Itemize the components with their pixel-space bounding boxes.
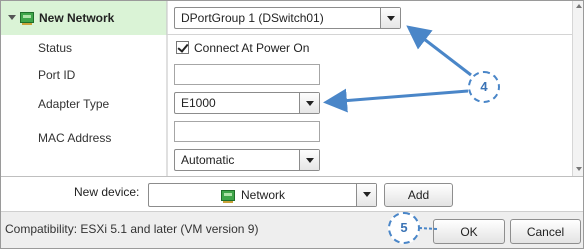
ok-button-label: OK	[460, 224, 478, 239]
vertical-scrollbar[interactable]	[572, 1, 583, 176]
new-network-label-cell: New Network	[1, 1, 167, 35]
new-device-select[interactable]: Network	[148, 183, 377, 207]
adapter-type-label-cell: Adapter Type	[1, 89, 167, 118]
add-device-button-label: Add	[407, 188, 430, 202]
mac-address-input[interactable]	[174, 121, 320, 142]
adapter-type-select[interactable]: E1000	[174, 92, 320, 114]
adapter-type-value: E1000	[181, 96, 216, 110]
add-device-button[interactable]: Add	[384, 183, 453, 207]
mac-address-label-cell: MAC Address	[1, 118, 167, 176]
scroll-down-icon[interactable]	[576, 167, 582, 171]
network-adapter-icon	[221, 190, 235, 203]
network-select[interactable]: DPortGroup 1 (DSwitch01)	[174, 7, 401, 29]
chevron-down-icon[interactable]	[299, 93, 319, 113]
chevron-down-icon[interactable]	[356, 184, 376, 206]
new-network-title: New Network	[39, 11, 115, 25]
annotation-callout-4: 4	[468, 71, 500, 103]
mac-address-mode-select[interactable]: Automatic	[174, 149, 320, 171]
mac-address-row: MAC Address Automatic	[1, 118, 572, 176]
new-device-value: Network	[241, 188, 286, 202]
adapter-type-label: Adapter Type	[38, 96, 110, 111]
network-select-value: DPortGroup 1 (DSwitch01)	[181, 11, 324, 25]
mac-address-label: MAC Address	[38, 131, 112, 145]
chevron-down-icon[interactable]	[299, 150, 319, 170]
ok-button[interactable]: OK	[433, 219, 505, 244]
cancel-button[interactable]: Cancel	[510, 219, 581, 244]
connect-at-power-on-checkbox[interactable]	[176, 41, 189, 54]
new-device-label: New device:	[74, 185, 140, 199]
status-label: Status	[38, 41, 73, 55]
port-id-label: Port ID	[38, 68, 76, 82]
cancel-button-label: Cancel	[526, 224, 565, 239]
port-id-label-cell: Port ID	[1, 61, 167, 89]
new-network-row[interactable]: New Network DPortGroup 1 (DSwitch01)	[1, 1, 572, 35]
connect-at-power-on-label: Connect At Power On	[194, 41, 310, 55]
compatibility-text: Compatibility: ESXi 5.1 and later (VM ve…	[5, 222, 259, 236]
new-device-bar: New device: Network Add	[1, 176, 583, 211]
mac-address-mode-value: Automatic	[181, 153, 235, 167]
annotation-callout-5: 5	[388, 212, 420, 244]
chevron-down-icon[interactable]	[380, 8, 400, 28]
device-settings-panel: New Network DPortGroup 1 (DSwitch01) Sta…	[0, 0, 584, 249]
status-label-cell: Status	[1, 35, 167, 61]
port-id-input[interactable]	[174, 64, 320, 85]
network-adapter-icon	[20, 12, 34, 25]
scroll-up-icon[interactable]	[576, 4, 582, 8]
expand-triangle-icon[interactable]	[8, 15, 16, 20]
dialog-footer: Compatibility: ESXi 5.1 and later (VM ve…	[1, 211, 583, 248]
